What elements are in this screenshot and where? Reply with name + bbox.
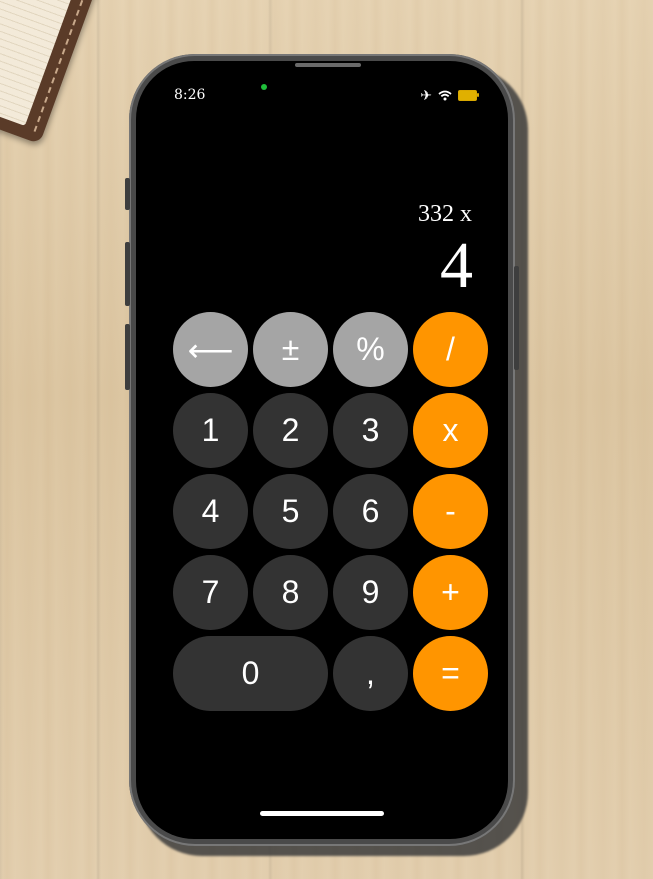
digit-6-button[interactable]: 6 [333,474,408,549]
digit-5-button[interactable]: 5 [253,474,328,549]
airplane-icon: ✈ [420,87,432,103]
divide-button[interactable]: / [413,312,488,387]
decimal-button[interactable]: , [333,636,408,711]
camera-indicator-dot [261,84,267,90]
home-indicator-bar[interactable] [260,811,384,816]
battery-icon [458,90,479,101]
status-time: 8:26 [174,87,206,103]
wifi-icon [438,90,452,101]
phone-frame: 8:26 ✈ 332 x 4 ⟵ ± % / 1 2 3 x 4 5 6 - 7 [125,54,519,846]
digit-4-button[interactable]: 4 [173,474,248,549]
multiply-button[interactable]: x [413,393,488,468]
minus-button[interactable]: - [413,474,488,549]
result-display: 4 [440,229,473,302]
power-button [514,266,519,370]
calculator-screen: 8:26 ✈ 332 x 4 ⟵ ± % / 1 2 3 x 4 5 6 - 7 [136,61,508,839]
keypad: ⟵ ± % / 1 2 3 x 4 5 6 - 7 8 9 + 0 , = [173,312,493,711]
plus-button[interactable]: + [413,555,488,630]
digit-8-button[interactable]: 8 [253,555,328,630]
plus-minus-button[interactable]: ± [253,312,328,387]
digit-0-button[interactable]: 0 [173,636,328,711]
speaker-grille [295,63,361,67]
notebook-corner [0,0,98,145]
digit-9-button[interactable]: 9 [333,555,408,630]
notebook-pages [0,0,77,126]
mute-switch [125,178,130,210]
volume-up-button [125,242,130,306]
expression-display: 332 x [418,201,472,227]
digit-2-button[interactable]: 2 [253,393,328,468]
digit-1-button[interactable]: 1 [173,393,248,468]
percent-button[interactable]: % [333,312,408,387]
backspace-button[interactable]: ⟵ [173,312,248,387]
digit-3-button[interactable]: 3 [333,393,408,468]
digit-7-button[interactable]: 7 [173,555,248,630]
equals-button[interactable]: = [413,636,488,711]
status-icons: ✈ [420,87,479,104]
volume-down-button [125,324,130,390]
